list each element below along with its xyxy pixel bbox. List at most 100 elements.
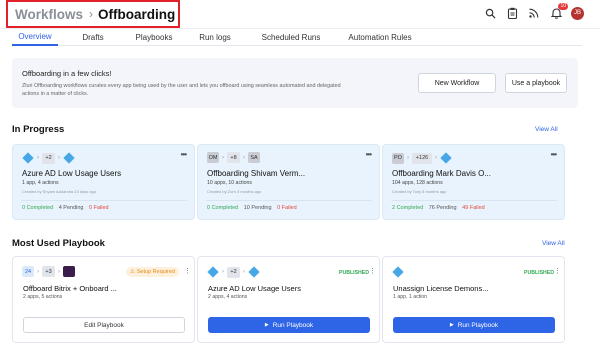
chevron-right-icon: ›	[58, 268, 60, 275]
new-workflow-button[interactable]: New Workflow	[418, 73, 496, 93]
playbook-title: Unassign License Demons...	[393, 284, 489, 293]
bell-icon[interactable]: 10	[549, 3, 568, 20]
published-badge: PUBLISHED	[339, 270, 369, 276]
completed-count: 0 Completed	[207, 205, 239, 211]
chevron-right-icon: ›	[243, 269, 245, 275]
app-icon	[440, 152, 452, 164]
tab-scheduled-runs[interactable]: Scheduled Runs	[250, 29, 332, 46]
run-playbook-label: Run Playbook	[272, 321, 314, 329]
card-app-icons: › +2 ›	[207, 266, 260, 278]
playbook-subtitle: 2 apps, 5 actions	[23, 294, 63, 300]
card-subtitle: 10 apps, 10 actions	[207, 180, 252, 186]
card-title: Offboarding Shivam Verm...	[207, 169, 306, 178]
page-title: Offboarding	[98, 6, 176, 22]
card-created-by: Created by Tony 8 months ago	[392, 189, 447, 194]
card-app-icons: 24 › +3 ›	[22, 266, 75, 277]
clipboard-icon[interactable]	[505, 6, 519, 20]
azure-icon	[63, 152, 75, 164]
play-icon: ▶	[264, 322, 269, 328]
run-playbook-button[interactable]: ▶ Run Playbook	[393, 317, 555, 333]
slack-icon	[63, 266, 75, 277]
divider	[391, 200, 557, 201]
failed-count: 49 Failed	[462, 205, 485, 211]
more-options-icon[interactable]: ⋮	[554, 267, 561, 275]
card-app-icons: PO › +126 ›	[392, 152, 452, 164]
most-used-heading: Most Used Playbook	[12, 238, 105, 249]
published-badge: PUBLISHED	[524, 270, 554, 276]
play-icon: ▶	[449, 322, 454, 328]
tab-drafts[interactable]: Drafts	[58, 29, 128, 46]
extra-apps-count: +8	[227, 152, 240, 163]
workflow-card[interactable]: PO › +126 › ••• Offboarding Mark Davis O…	[382, 144, 565, 220]
more-options-icon[interactable]: •••	[181, 150, 187, 159]
pending-count: 10 Pending	[243, 205, 272, 211]
card-subtitle: 104 apps, 128 actions	[392, 180, 443, 186]
card-created-by: Created by Shyam Aadarsha 23 days ago	[22, 189, 97, 194]
card-status: 0 Completed 10 Pending 0 Failed	[207, 205, 297, 211]
chevron-right-icon: ›	[37, 155, 39, 161]
workflow-card[interactable]: › +2 › ••• Azure AD Low Usage Users 1 ap…	[12, 144, 195, 220]
playbook-title: Offboard Bitrix + Onboard ...	[23, 284, 117, 293]
azure-icon	[248, 266, 260, 278]
chevron-right-icon: ›	[58, 155, 60, 161]
breadcrumb: Workflows › Offboarding	[6, 0, 180, 28]
card-title: Azure AD Low Usage Users	[22, 169, 122, 178]
in-progress-view-all-link[interactable]: View All	[535, 126, 558, 133]
user-avatar: SA	[248, 152, 260, 163]
use-playbook-button[interactable]: Use a playbook	[505, 73, 567, 93]
user-avatar: PO	[392, 152, 404, 164]
playbook-card[interactable]: 24 › +3 › ⚠ Setup Required ⋮ Offboard Bit…	[12, 256, 195, 343]
extra-apps-count: +126	[412, 152, 432, 164]
chevron-right-icon: ›	[222, 154, 224, 161]
more-options-icon[interactable]: •••	[551, 150, 557, 159]
pending-count: 4 Pending	[58, 205, 84, 211]
playbook-card[interactable]: › +2 › PUBLISHED ⋮ Azure AD Low Usage Us…	[197, 256, 380, 343]
card-status: 0 Completed 4 Pending 0 Failed	[22, 205, 109, 211]
playbook-title: Azure AD Low Usage Users	[208, 284, 301, 293]
edit-playbook-button[interactable]: Edit Playbook	[23, 317, 185, 333]
more-options-icon[interactable]: •••	[366, 150, 372, 159]
more-options-icon[interactable]: ⋮	[369, 267, 376, 275]
card-created-by: Created by Zorn 3 months ago	[207, 189, 262, 194]
divider	[21, 200, 187, 201]
completed-count: 0 Completed	[22, 205, 54, 211]
extra-apps-count: +3	[42, 266, 55, 277]
card-app-icons: OM › +8 › SA	[207, 152, 260, 163]
azure-icon	[22, 152, 34, 164]
pending-count: 76 Pending	[428, 205, 457, 211]
setup-required-badge: ⚠ Setup Required	[125, 267, 179, 277]
failed-count: 0 Failed	[277, 205, 297, 211]
chevron-right-icon: ›	[37, 268, 39, 275]
more-options-icon[interactable]: ⋮	[184, 267, 191, 275]
chevron-right-icon: ›	[435, 155, 437, 161]
chevron-right-icon: ›	[89, 7, 94, 21]
extra-apps-count: +2	[42, 152, 55, 164]
divider	[206, 200, 372, 201]
tab-overview[interactable]: Overview	[12, 29, 58, 46]
failed-count: 0 Failed	[89, 205, 109, 211]
search-icon[interactable]	[483, 6, 497, 20]
user-avatar[interactable]: JB	[571, 6, 584, 20]
in-progress-heading: In Progress	[12, 124, 65, 135]
tab-automation-rules[interactable]: Automation Rules	[332, 29, 428, 46]
most-used-view-all-link[interactable]: View All	[542, 240, 565, 247]
completed-count: 2 Completed	[392, 205, 424, 211]
run-playbook-label: Run Playbook	[457, 321, 499, 329]
rss-icon[interactable]	[527, 6, 541, 20]
playbook-card[interactable]: PUBLISHED ⋮ Unassign License Demons... 1…	[382, 256, 565, 343]
workflow-card[interactable]: OM › +8 › SA ••• Offboarding Shivam Verm…	[197, 144, 380, 220]
bitrix-icon: 24	[22, 266, 34, 277]
run-playbook-button[interactable]: ▶ Run Playbook	[208, 317, 370, 333]
tab-run-logs[interactable]: Run logs	[180, 29, 250, 46]
setup-required-text: Setup Required	[136, 269, 175, 275]
breadcrumb-workflows[interactable]: Workflows	[15, 7, 83, 22]
banner-description: Zluri Offboarding workflows curates ever…	[22, 83, 341, 97]
tab-playbooks[interactable]: Playbooks	[128, 29, 180, 46]
card-app-icons	[392, 266, 404, 278]
header-actions: 10 JB	[483, 3, 584, 20]
top-header: Workflows › Offboarding 10 JB	[0, 0, 600, 29]
extra-apps-count: +2	[227, 266, 240, 278]
tab-bar: Overview Drafts Playbooks Run logs Sched…	[12, 29, 582, 46]
playbook-subtitle: 2 apps, 4 actions	[208, 294, 248, 300]
offboarding-banner: Offboarding in a few clicks! Zluri Offbo…	[12, 58, 578, 108]
